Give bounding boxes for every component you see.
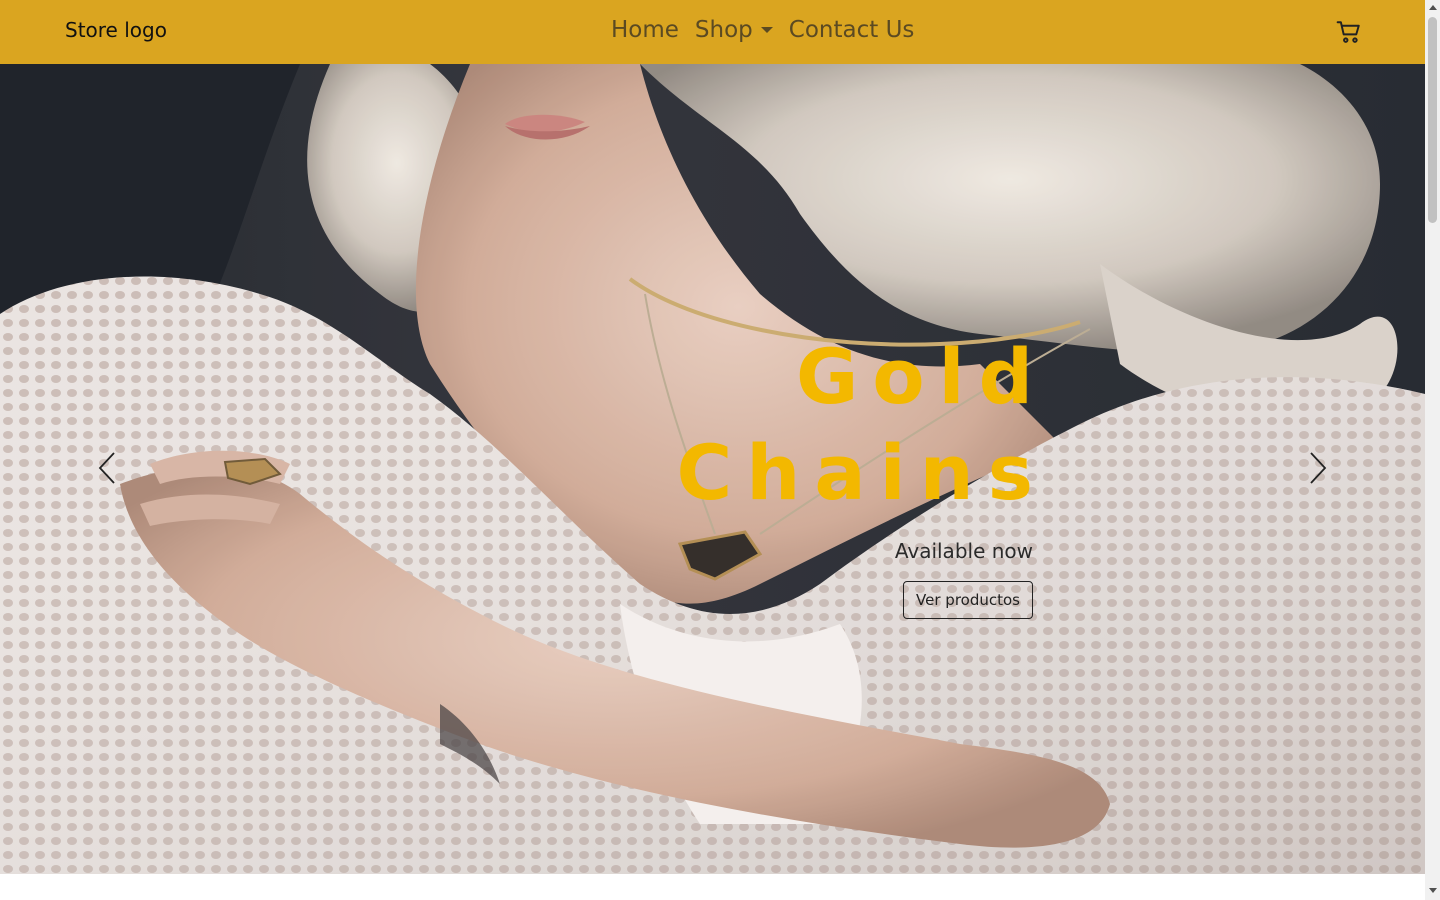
scrollbar-thumb[interactable] (1428, 17, 1437, 223)
nav-link-home-label: Home (611, 17, 679, 43)
carousel-caption: Gold Chains Available now Ver productos (513, 329, 1033, 619)
nav-links: Home Shop Contact Us (611, 14, 914, 46)
chevron-right-icon (1310, 452, 1327, 484)
page-scrollbar[interactable] (1425, 0, 1440, 900)
hero-headline-line1: Gold (795, 332, 1047, 421)
hero-headline: Gold Chains (513, 329, 1047, 521)
scroll-down-icon[interactable] (1429, 888, 1437, 893)
hero-subtitle: Available now (894, 539, 1033, 563)
scroll-up-icon[interactable] (1429, 5, 1437, 10)
nav-link-shop[interactable]: Shop (695, 14, 773, 46)
carousel-prev-button[interactable] (92, 448, 122, 488)
hero-carousel: Gold Chains Available now Ver productos (0, 64, 1425, 874)
store-logo[interactable]: Store logo (65, 16, 167, 44)
cart-button[interactable] (1334, 17, 1364, 47)
hero-headline-line2: Chains (676, 428, 1047, 517)
nav-link-contact-label: Contact Us (788, 17, 915, 43)
carousel-next-button[interactable] (1303, 448, 1333, 488)
cart-icon (1336, 21, 1360, 43)
chevron-down-icon (760, 27, 773, 33)
nav-link-shop-label: Shop (694, 17, 753, 43)
nav-link-home[interactable]: Home (611, 14, 679, 46)
view-products-button[interactable]: Ver productos (903, 581, 1033, 619)
nav-link-contact[interactable]: Contact Us (789, 14, 915, 46)
page: Store logo Home Shop Contact Us Gold Cha… (0, 0, 1425, 900)
navbar: Store logo Home Shop Contact Us (0, 0, 1425, 64)
chevron-left-icon (98, 452, 115, 484)
